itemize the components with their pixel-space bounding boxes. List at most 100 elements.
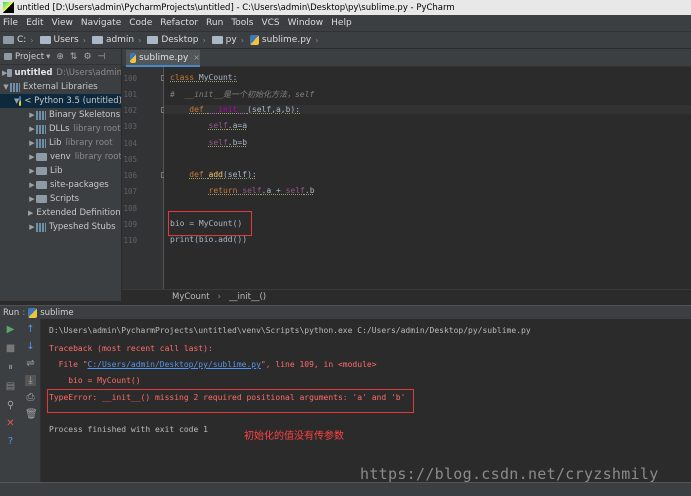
chevron-right-icon: › <box>315 35 319 45</box>
line-number: 110 <box>123 236 137 245</box>
print-icon[interactable]: ⎙ <box>25 392 36 403</box>
close-icon[interactable]: × <box>193 53 200 62</box>
tree-item-binary-skeletons[interactable]: ▶ Binary Skeletons <box>0 108 121 122</box>
expand-arrow-icon[interactable]: ▶ <box>28 223 36 231</box>
stop-icon[interactable]: ■ <box>5 343 16 354</box>
menu-view[interactable]: View <box>52 18 73 28</box>
code-line-104: self.b=b <box>208 138 248 147</box>
menu-window[interactable]: Window <box>288 18 324 28</box>
layout-icon[interactable]: ▤ <box>5 381 16 392</box>
code-editor[interactable]: class MyCount: # __init__是一个初始化方法，self d… <box>164 67 691 289</box>
folder-icon <box>211 36 223 44</box>
run-panel-header: Run : sublime <box>0 305 691 319</box>
line-number: 105 <box>123 155 137 164</box>
tree-item-extended-definitions[interactable]: ▶ Extended Definitions <box>0 206 121 220</box>
folder-icon <box>91 36 103 44</box>
collapse-icon[interactable]: ⇅ <box>70 52 78 62</box>
nav-crumb-desktop[interactable]: Desktop › <box>147 35 206 45</box>
project-icon <box>4 53 12 60</box>
expand-arrow-icon[interactable]: ▶ <box>28 167 36 175</box>
menu-file[interactable]: File <box>3 18 18 28</box>
run-toolbar-left: ▶ ■ ⏸ ▤ ⚲ ✕ ? <box>0 319 20 482</box>
nav-crumb-drive[interactable]: C: › <box>3 35 34 45</box>
library-icon <box>36 222 46 232</box>
expand-arrow-icon[interactable]: ▶ <box>28 111 36 119</box>
tree-item-typeshed-stubs[interactable]: ▶ Typeshed Stubs <box>0 220 121 234</box>
expand-arrow-icon[interactable]: ▶ <box>28 153 36 161</box>
menu-edit[interactable]: Edit <box>26 18 43 28</box>
pin-icon[interactable]: ⚲ <box>5 400 16 411</box>
tree-item-lib[interactable]: ▶ Lib library root <box>0 136 121 150</box>
gear-icon[interactable]: ⚙ <box>83 52 91 62</box>
expand-arrow-icon[interactable]: ▶ <box>28 139 36 147</box>
expanded-arrow-icon[interactable]: ▼ <box>2 83 10 91</box>
tree-item-scripts[interactable]: ▶ Scripts <box>0 192 121 206</box>
line-number: 106 <box>123 171 137 180</box>
sync-icon[interactable]: ⊕ <box>56 52 64 62</box>
close-run-icon[interactable]: ✕ <box>5 418 16 429</box>
menu-refactor[interactable]: Refactor <box>160 18 198 28</box>
tree-item-external-libraries[interactable]: ▼ External Libraries <box>0 80 121 94</box>
arrow-up-icon[interactable]: ↑ <box>25 324 36 335</box>
run-panel-title: Run <box>3 307 20 318</box>
trash-icon[interactable]: 🗑 <box>25 409 38 420</box>
expand-arrow-icon[interactable]: ▶ <box>28 125 36 133</box>
console-command: D:\Users\admin\PycharmProjects\untitled\… <box>49 326 531 335</box>
console-file-line: File "C:/Users/admin/Desktop/py/sublime.… <box>49 360 377 369</box>
run-icon[interactable]: ▶ <box>5 324 16 335</box>
arrow-down-icon[interactable]: ↓ <box>25 341 36 352</box>
nav-crumb-users[interactable]: Users › <box>39 35 86 45</box>
breadcrumb-class[interactable]: MyCount <box>172 292 210 302</box>
chevron-right-icon: › <box>82 35 86 45</box>
expand-arrow-icon[interactable]: ▶ <box>28 181 36 189</box>
help-icon[interactable]: ? <box>5 436 16 447</box>
soft-wrap-icon[interactable]: ⇌ <box>25 358 36 369</box>
drive-icon <box>3 36 14 44</box>
project-view-selector[interactable]: Project <box>15 52 44 62</box>
tree-item-python-sdk[interactable]: ▼ < Python 3.5 (untitled) <box>0 94 121 108</box>
hide-icon[interactable]: ⊣ <box>98 52 106 62</box>
menu-run[interactable]: Run <box>206 18 223 28</box>
editor-breadcrumb: MyCount › __init__() <box>122 289 691 303</box>
folder-icon <box>36 181 47 189</box>
python-file-icon <box>130 52 136 63</box>
menu-help[interactable]: Help <box>331 18 352 28</box>
expand-arrow-icon[interactable]: ▶ <box>28 209 33 217</box>
menu-tools[interactable]: Tools <box>231 18 253 28</box>
chevron-down-icon[interactable]: ▾ <box>46 52 50 62</box>
nav-crumb-admin[interactable]: admin › <box>91 35 141 45</box>
python-file-icon <box>249 35 259 45</box>
pause-icon[interactable]: ⏸ <box>5 362 16 373</box>
code-line-101: # __init__是一个初始化方法，self <box>170 90 315 99</box>
console-traceback: Traceback (most recent call last): <box>49 344 213 353</box>
tab-sublime-py[interactable]: sublime.py × <box>126 50 200 67</box>
console-exit: Process finished with exit code 1 <box>49 425 208 434</box>
window-title: untitled [D:\Users\admin\PycharmProjects… <box>17 2 455 13</box>
chevron-right-icon: › <box>202 35 206 45</box>
folder-icon <box>147 36 159 44</box>
expand-arrow-icon[interactable]: ▶ <box>28 195 36 203</box>
line-number: 109 <box>123 220 137 229</box>
tree-item-lib-2[interactable]: ▶ Lib <box>0 164 121 178</box>
line-number: 103 <box>123 122 137 131</box>
breadcrumb-method[interactable]: __init__() <box>229 292 266 302</box>
watermark: https://blog.csdn.net/cryzshmily <box>360 465 659 483</box>
folder-icon <box>7 69 12 77</box>
tree-item-dlls[interactable]: ▶ DLLs library root <box>0 122 121 136</box>
library-icon <box>10 82 20 92</box>
menu-bar: File Edit View Navigate Code Refactor Ru… <box>0 15 691 31</box>
menu-code[interactable]: Code <box>129 18 152 28</box>
scroll-to-end-icon[interactable]: ⤓ <box>25 375 36 386</box>
run-config-tab[interactable]: sublime <box>40 308 73 318</box>
menu-navigate[interactable]: Navigate <box>81 18 121 28</box>
tree-item-venv[interactable]: ▶ venv library root <box>0 150 121 164</box>
menu-vcs[interactable]: VCS <box>261 18 279 28</box>
console-source-line: bio = MyCount() <box>49 376 141 385</box>
tree-item-untitled[interactable]: ▶ untitled D:\Users\admin <box>0 66 121 80</box>
file-link[interactable]: C:/Users/admin/Desktop/py/sublime.py <box>88 360 261 369</box>
nav-crumb-file[interactable]: sublime.py › <box>249 35 319 45</box>
nav-crumb-py[interactable]: py › <box>211 35 244 45</box>
folder-icon <box>36 195 47 203</box>
error-highlight-box <box>47 389 414 413</box>
tree-item-site-packages[interactable]: ▶ site-packages <box>0 178 121 192</box>
